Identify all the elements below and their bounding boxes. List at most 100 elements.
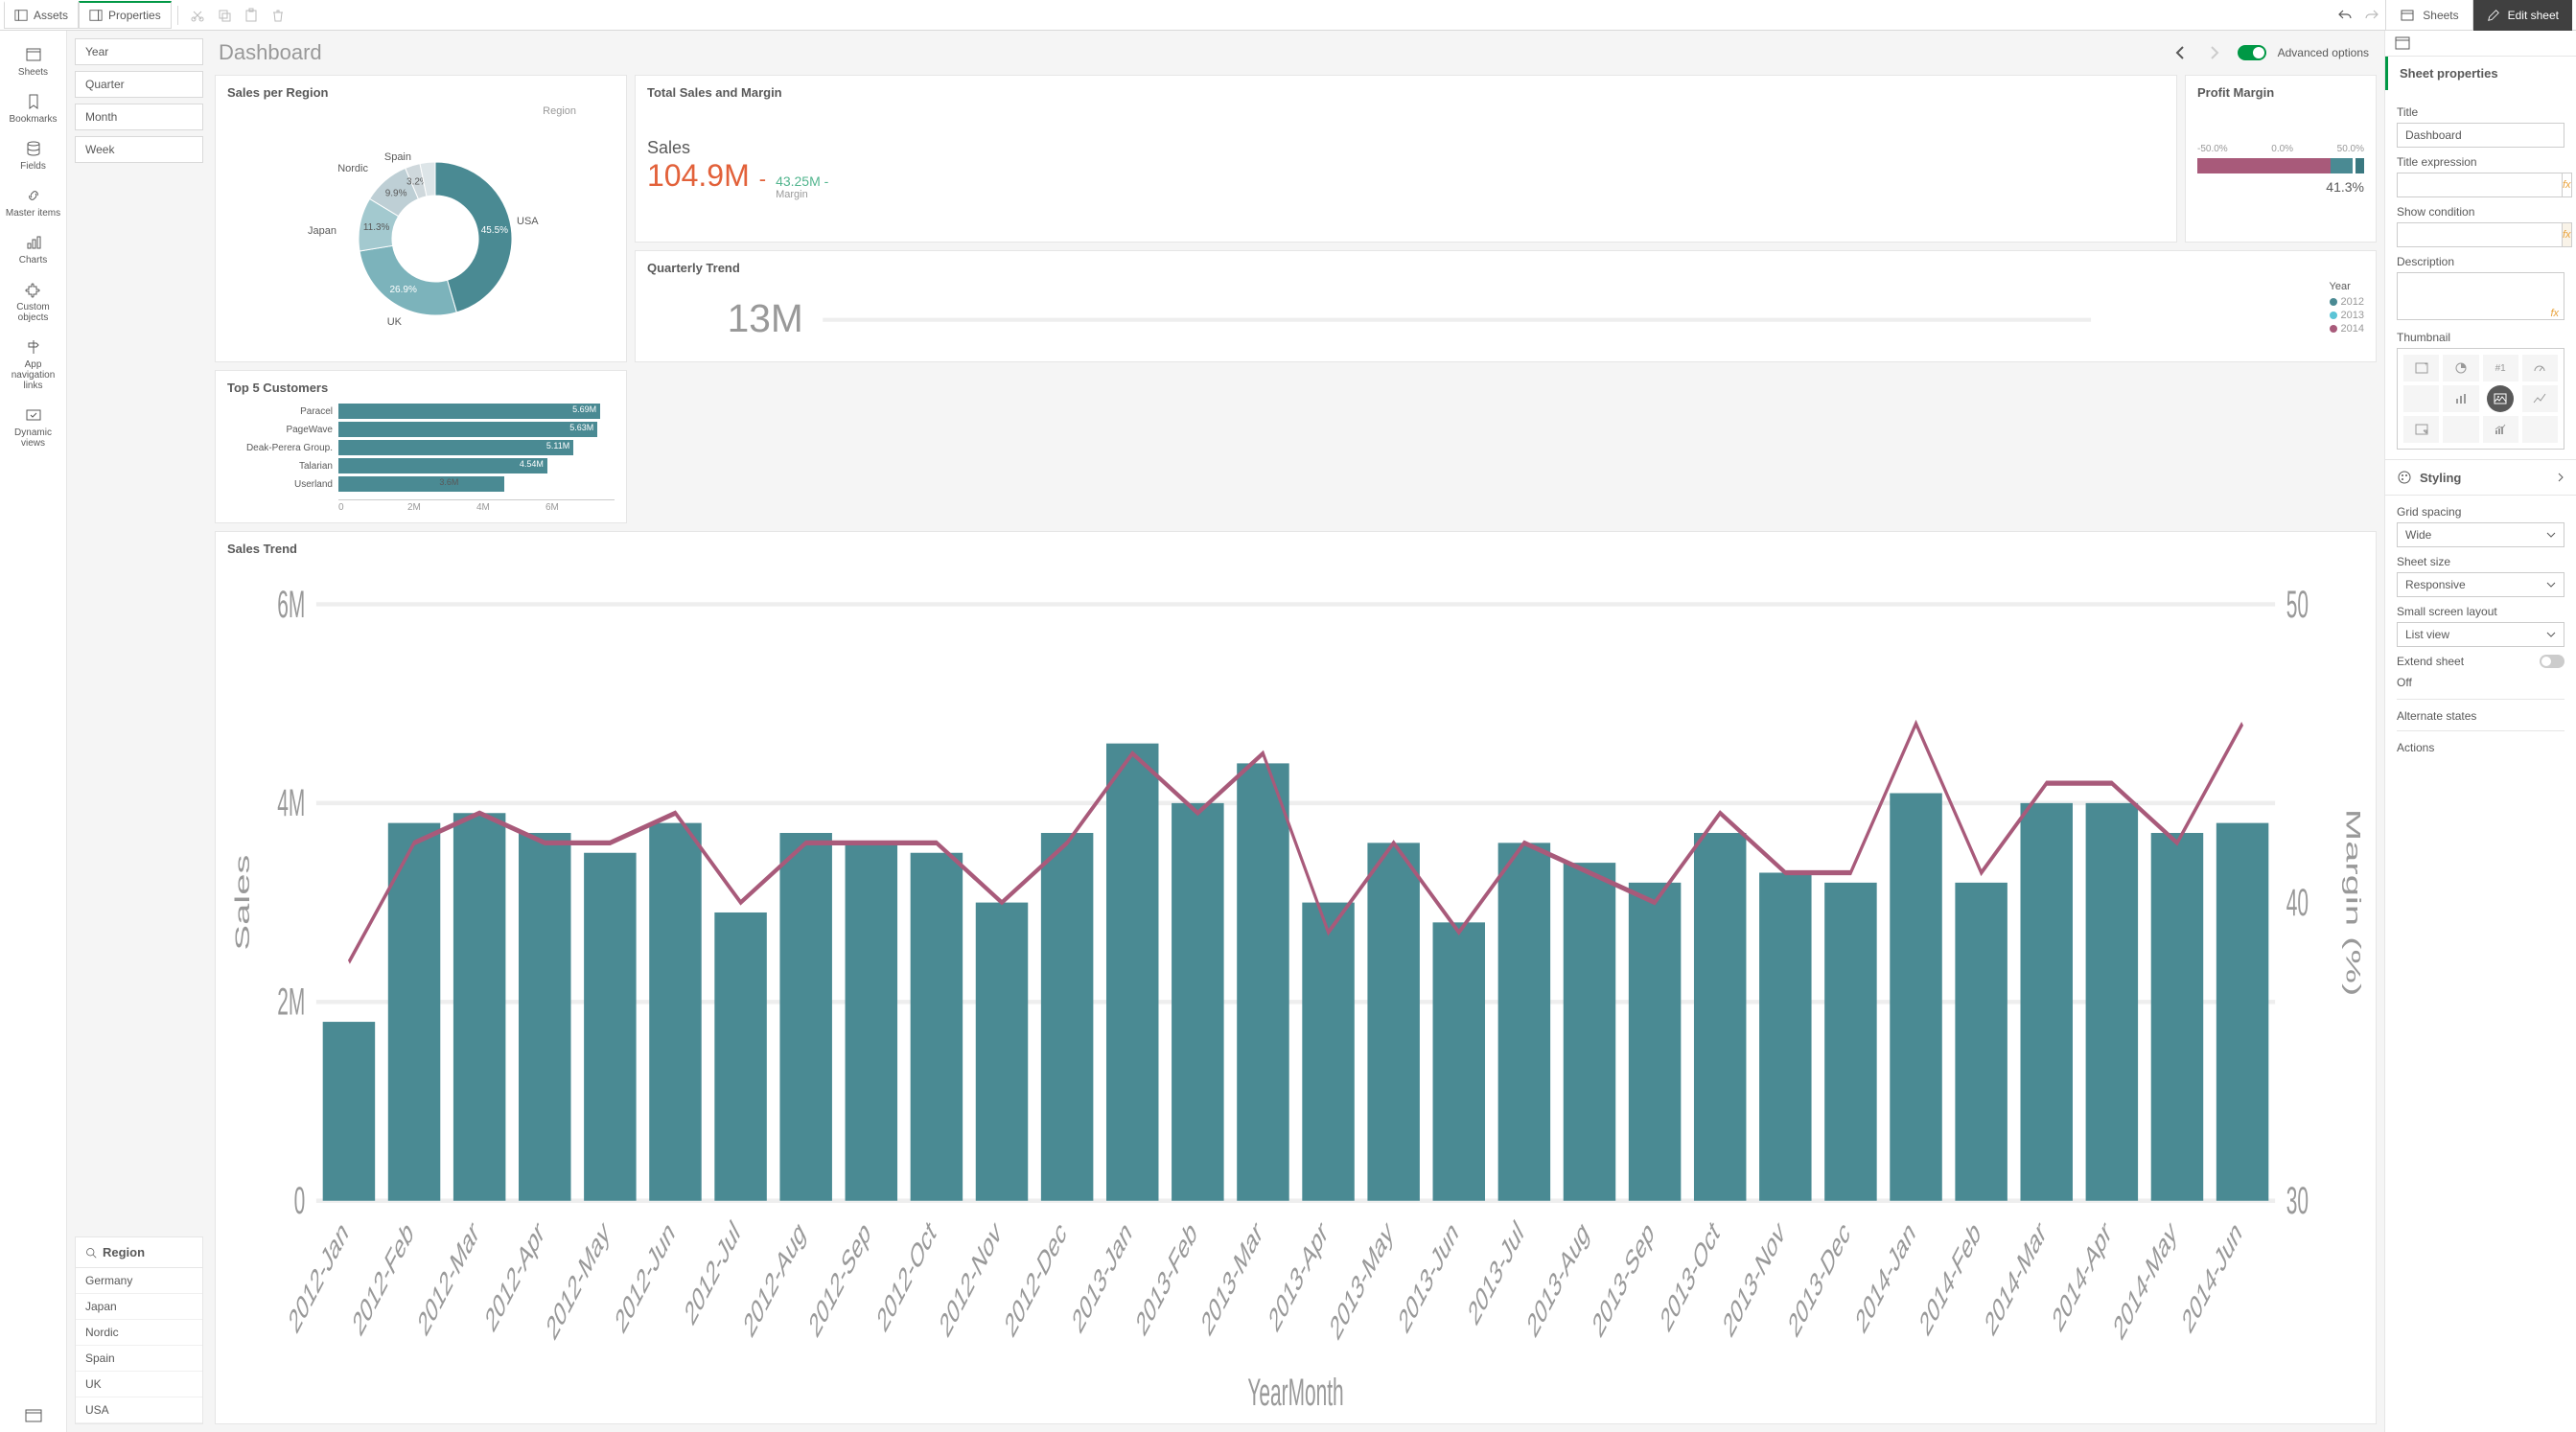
search-icon [85, 1247, 97, 1259]
title-expression-input[interactable] [2397, 173, 2562, 197]
filter-year[interactable]: Year [75, 38, 203, 65]
rail-custom-objects[interactable]: Custom objects [0, 273, 66, 331]
svg-text:2013-May: 2013-May [1327, 1213, 1398, 1348]
region-item[interactable]: Germany [76, 1268, 202, 1294]
copy-button[interactable] [211, 2, 238, 29]
prop-label-description: Description [2397, 255, 2564, 268]
advanced-toggle[interactable] [2238, 45, 2266, 60]
props-tab-icon[interactable] [2385, 31, 2576, 57]
undo-button[interactable] [2332, 2, 2358, 29]
rail-fields[interactable]: Fields [0, 132, 66, 179]
card-kpi[interactable]: Total Sales and Margin Sales 104.9M - 43… [635, 75, 2177, 243]
filter-month[interactable]: Month [75, 104, 203, 130]
delete-button[interactable] [265, 2, 291, 29]
sheets-icon [2400, 8, 2415, 23]
svg-text:4M: 4M [277, 781, 305, 824]
filter-quarter[interactable]: Quarter [75, 71, 203, 98]
signpost-icon [25, 338, 42, 356]
rail-app-nav[interactable]: App navigation links [0, 331, 66, 399]
title-input[interactable] [2397, 123, 2564, 148]
rail-sheets-label: Sheets [18, 67, 48, 78]
card-profit-margin[interactable]: Profit Margin -50.0% 0.0% 50.0% [2185, 75, 2377, 243]
region-item[interactable]: Nordic [76, 1320, 202, 1346]
svg-text:USA: USA [517, 216, 539, 227]
tab-properties[interactable]: Properties [79, 1, 172, 29]
cut-button[interactable] [184, 2, 211, 29]
card-sales-per-region[interactable]: Sales per Region Region 45.5%USA26.9%UK1… [215, 75, 627, 362]
paste-button[interactable] [238, 2, 265, 29]
svg-text:2013-Jul: 2013-Jul [1465, 1213, 1527, 1333]
rail-footer-button[interactable] [15, 1399, 52, 1432]
rail-bookmarks[interactable]: Bookmarks [0, 85, 66, 132]
rail-sheets[interactable]: Sheets [0, 38, 66, 85]
region-header[interactable]: Region [76, 1237, 202, 1268]
fx-icon[interactable]: fx [2550, 308, 2559, 319]
tab-assets[interactable]: Assets [4, 1, 79, 29]
card-title: Sales Trend [227, 542, 2364, 556]
prop-alt-states[interactable]: Alternate states [2397, 699, 2564, 723]
rail-dynamic-label: Dynamic views [4, 427, 62, 449]
fx-button[interactable]: fx [2562, 222, 2572, 247]
profit-value: 41.3% [2197, 179, 2364, 195]
extend-value: Off [2397, 672, 2564, 699]
region-item[interactable]: Spain [76, 1346, 202, 1372]
svg-text:2013-Apr: 2013-Apr [1265, 1213, 1332, 1340]
region-item[interactable]: Japan [76, 1294, 202, 1320]
sheet-size-select[interactable]: Responsive [2397, 572, 2564, 597]
card-top5-customers[interactable]: Top 5 Customers Paracel5.69MPageWave5.63… [215, 370, 627, 523]
chevron-down-icon [2546, 532, 2556, 538]
styling-section[interactable]: Styling [2385, 459, 2576, 496]
svg-text:Spain: Spain [384, 151, 411, 163]
pencil-icon [2487, 9, 2500, 22]
card-title: Total Sales and Margin [647, 85, 2165, 100]
prop-actions[interactable]: Actions [2397, 730, 2564, 754]
rail-master-items[interactable]: Master items [0, 179, 66, 226]
grid-spacing-select[interactable]: Wide [2397, 522, 2564, 547]
edit-sheet-button[interactable]: Edit sheet [2472, 0, 2572, 31]
card-quarterly-trend[interactable]: Quarterly Trend Year 201220132014 9M10M1… [635, 250, 2377, 362]
puzzle-icon [25, 281, 42, 298]
region-item[interactable]: UK [76, 1372, 202, 1397]
line-legend: Year 201220132014 [2330, 281, 2364, 336]
thumb-number: #1 [2483, 355, 2518, 381]
properties-panel: Sheet properties Title Title expression … [2384, 31, 2576, 1432]
extend-toggle[interactable] [2540, 655, 2564, 668]
hbar-row: Paracel5.69M [227, 404, 615, 419]
bar-icon [2454, 393, 2468, 404]
dynamic-icon [25, 406, 42, 424]
svg-text:11.3%: 11.3% [363, 222, 390, 233]
kpi-value: 104.9M [647, 158, 750, 194]
region-filter-panel: Region GermanyJapanNordicSpainUKUSA [75, 1236, 203, 1424]
fx-button[interactable]: fx [2562, 173, 2572, 197]
svg-text:2012-Nov: 2012-Nov [937, 1213, 1006, 1345]
svg-text:2013-Nov: 2013-Nov [1720, 1213, 1789, 1345]
next-sheet-button[interactable] [2203, 41, 2226, 64]
card-title: Top 5 Customers [227, 381, 615, 395]
edit-sheet-label: Edit sheet [2508, 9, 2559, 22]
svg-text:2014-Mar: 2014-Mar [1982, 1213, 2050, 1344]
small-screen-select[interactable]: List view [2397, 622, 2564, 647]
sheets-button[interactable]: Sheets [2385, 0, 2472, 31]
svg-text:2012-Jan: 2012-Jan [286, 1213, 353, 1341]
svg-text:2013-Dec: 2013-Dec [1785, 1213, 1854, 1345]
region-item[interactable]: USA [76, 1397, 202, 1423]
svg-text:2013-Feb: 2013-Feb [1133, 1213, 1201, 1344]
assets-rail: Sheets Bookmarks Fields Master items Cha… [0, 31, 67, 1432]
prev-sheet-button[interactable] [2169, 41, 2192, 64]
rail-charts[interactable]: Charts [0, 226, 66, 273]
footer-sheet-icon [25, 1409, 42, 1422]
panel-icon [14, 9, 28, 22]
rail-dynamic-views[interactable]: Dynamic views [0, 399, 66, 456]
svg-text:2012-Feb: 2012-Feb [349, 1213, 417, 1344]
description-input[interactable] [2397, 272, 2564, 320]
pie-icon [2454, 361, 2468, 375]
redo-button[interactable] [2358, 2, 2385, 29]
prop-label-title-expr: Title expression [2397, 155, 2564, 169]
legend-title: Year [2330, 281, 2364, 292]
svg-text:40: 40 [2286, 881, 2309, 924]
prop-label-sheet-size: Sheet size [2397, 555, 2564, 568]
filter-week[interactable]: Week [75, 136, 203, 163]
thumbnail-preview[interactable]: + #1 [2397, 348, 2564, 450]
show-condition-input[interactable] [2397, 222, 2562, 247]
card-sales-trend[interactable]: Sales Trend 02M4M6M304050SalesMargin (%)… [215, 531, 2377, 1424]
